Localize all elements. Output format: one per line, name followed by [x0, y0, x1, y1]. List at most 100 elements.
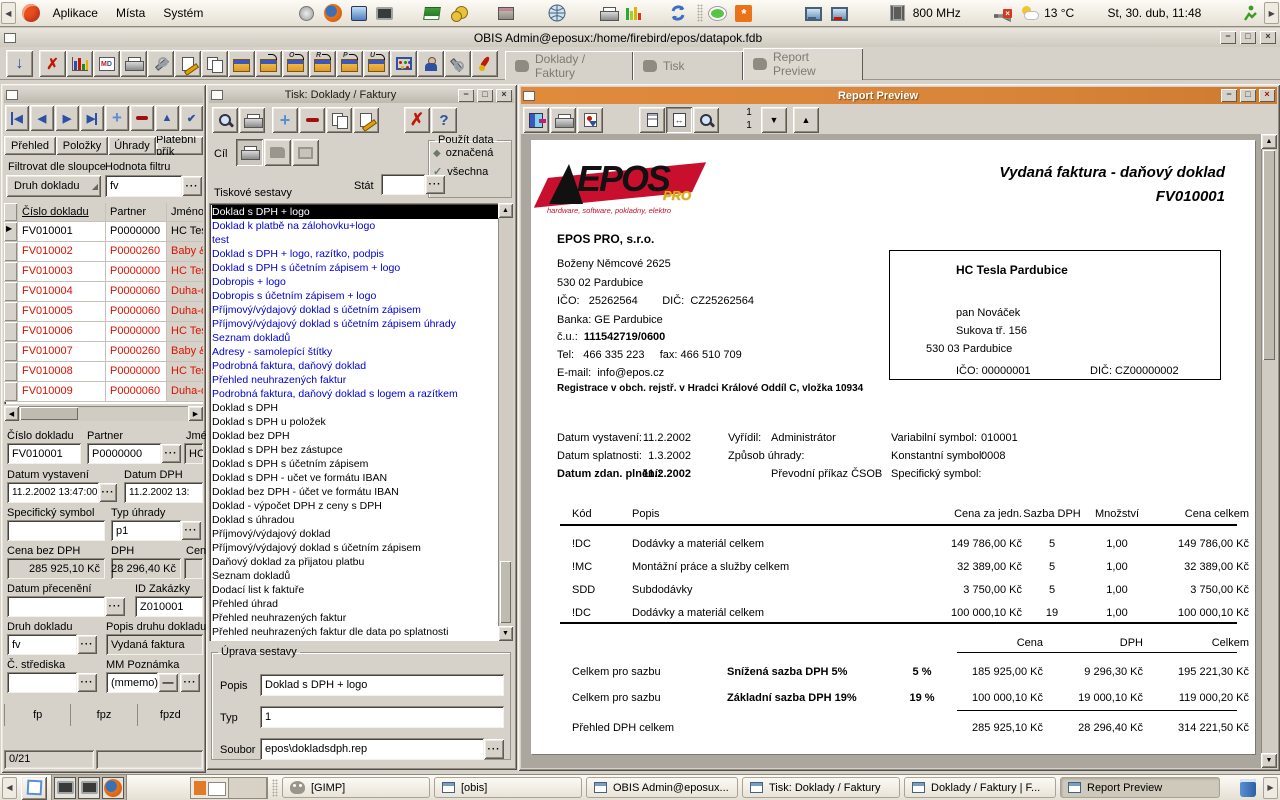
mm-open-button[interactable]: ···	[180, 673, 200, 692]
tab-platebni-prikazy[interactable]: Platební přík	[156, 136, 203, 155]
journal-button[interactable]: MD	[93, 50, 120, 77]
grid-row[interactable]: FV010004 P0000060 Duha-obc	[4, 282, 203, 302]
c-strediska-input[interactable]	[7, 672, 77, 693]
id-zakazky-input[interactable]: Z010001	[135, 596, 203, 617]
typ-input[interactable]: 1	[260, 706, 504, 728]
menu-system[interactable]: Systém	[156, 4, 210, 22]
grid-row[interactable]: FV010008 P0000000 HC Tesla	[4, 362, 203, 382]
report-list-item[interactable]: Seznam dokladů	[212, 569, 498, 583]
delete-record-button[interactable]	[130, 105, 154, 131]
report-list-item[interactable]: Doklad s DPH u položek	[212, 415, 498, 429]
delete-button[interactable]: ✗	[39, 50, 66, 77]
report-vscrollbar[interactable]: ▲ ▼	[1261, 134, 1277, 768]
partner-lookup-button[interactable]: ···	[161, 444, 181, 463]
target-printer-button[interactable]	[236, 139, 263, 166]
report-list-item[interactable]: Přehled úhrad	[212, 597, 498, 611]
archive-o-button[interactable]: O	[282, 50, 309, 77]
grid-row[interactable]: FV010001 P0000000 HC Tesla	[4, 222, 203, 242]
datum-preceneni-input[interactable]	[7, 596, 105, 617]
report-page-view-button[interactable]	[639, 107, 665, 133]
grid-hscrollbar[interactable]: ◀ ▶	[4, 406, 203, 421]
report-list-item[interactable]: Doklad s DPH	[212, 401, 498, 415]
archive-button[interactable]	[228, 50, 255, 77]
task-obis-admin[interactable]: OBIS Admin@eposux...	[586, 777, 738, 798]
mm-clear-button[interactable]: —	[158, 673, 178, 692]
datum-vystaveni-input[interactable]: 11.2.2002 13:47:00	[7, 482, 99, 503]
report-list-item[interactable]: Doklad k platbě na zálohovku+logo	[212, 219, 498, 233]
print-close-button[interactable]: ×	[496, 89, 512, 102]
typ-uhrady-lookup-button[interactable]: ···	[181, 521, 201, 540]
partner-input[interactable]: P0000000	[87, 443, 161, 464]
tab-doklady-faktury[interactable]: Doklady / Faktury	[505, 51, 633, 80]
print-preview-button[interactable]	[212, 107, 238, 133]
taskbar-hide-left-button[interactable]: ◀	[2, 777, 17, 799]
menu-mista[interactable]: Místa	[109, 4, 152, 22]
workspace-2[interactable]	[229, 778, 267, 798]
mm-poznamka-input[interactable]: (mmemo)	[106, 672, 158, 693]
quick-filter-button[interactable]: fpzd	[137, 704, 203, 726]
report-list-item[interactable]: Přehled neuhrazených faktur dle data po …	[212, 625, 498, 639]
task-report-preview[interactable]: Report Preview	[1060, 777, 1220, 798]
minimize-button[interactable]: −	[1220, 31, 1236, 44]
abacus-button[interactable]	[390, 50, 417, 77]
panel-hide-right-button[interactable]: ▶	[1264, 2, 1279, 24]
panel-handle[interactable]	[697, 4, 703, 22]
popis-input[interactable]: Doklad s DPH + logo	[260, 674, 504, 696]
datum-preceneni-picker-button[interactable]: ···	[105, 597, 125, 616]
tab-uhrady[interactable]: Úhrady	[108, 136, 156, 155]
coins-icon[interactable]	[447, 2, 469, 24]
quick-filter-button[interactable]: fpz	[70, 704, 136, 726]
first-record-button[interactable]: ◀	[5, 105, 29, 131]
chat-status-icon[interactable]	[707, 2, 729, 24]
download-button[interactable]: ↓	[6, 50, 33, 77]
report-list-item[interactable]: Příjmový/výdajový doklad	[212, 527, 498, 541]
copy-button[interactable]	[201, 50, 228, 77]
report-list-item[interactable]: Doklad s DPH s účetním zápisem	[212, 457, 498, 471]
print-print-button[interactable]	[239, 107, 265, 133]
notification-burst-icon[interactable]: *	[733, 2, 755, 24]
service-tools-button[interactable]	[444, 50, 471, 77]
equalizer-icon[interactable]	[623, 2, 645, 24]
report-maximize-button[interactable]: □	[1240, 89, 1256, 102]
datum-dph-input[interactable]: 11.2.2002 13:	[124, 482, 203, 503]
archive-u-button[interactable]: U	[363, 50, 390, 77]
filter-value-input[interactable]: fv	[105, 175, 182, 197]
network-offline-icon[interactable]	[828, 2, 850, 24]
report-list-item[interactable]: Přehled neuhrazených faktur	[212, 611, 498, 625]
report-list-item[interactable]: Daňový doklad za přijatou platbu	[212, 555, 498, 569]
report-exit-button[interactable]	[523, 107, 549, 133]
print-button[interactable]	[120, 50, 147, 77]
terminal-window-2-icon[interactable]	[78, 777, 100, 799]
report-list[interactable]: Doklad s DPH + logo Doklad k platbě na z…	[209, 203, 498, 641]
datum-vystaveni-picker-button[interactable]: ···	[99, 483, 117, 502]
report-list-item[interactable]: Dobropis s účetním zápisem + logo	[212, 289, 498, 303]
ledger-book-icon[interactable]	[421, 2, 443, 24]
report-list-item[interactable]: Příjmový/výdajový doklad s účetním zápis…	[212, 317, 498, 331]
edit-record-button[interactable]: ▲	[155, 105, 179, 131]
quick-filter-button[interactable]: fp	[4, 704, 70, 726]
workspace-switcher[interactable]	[190, 777, 268, 799]
next-record-button[interactable]: ▶	[55, 105, 79, 131]
report-minimize-button[interactable]: −	[1221, 89, 1237, 102]
druh-dokladu-input[interactable]: fv	[7, 634, 77, 655]
report-save-button[interactable]	[577, 107, 603, 133]
tasklist-handle[interactable]	[272, 779, 278, 797]
cislo-dokladu-input[interactable]: FV010001	[7, 443, 81, 464]
grid-row[interactable]: FV010009 P0000060 Duha-obc	[4, 382, 203, 402]
task-tisk[interactable]: Tisk: Doklady / Faktury	[742, 777, 900, 798]
report-list-item[interactable]: Příjmový/výdajový doklad s účetním zápis…	[212, 303, 498, 317]
tab-prehled[interactable]: Přehled	[4, 136, 56, 155]
specificky-symbol-input[interactable]	[7, 520, 105, 541]
report-list-item[interactable]: Podrobná faktura, daňový doklad s logem …	[212, 387, 498, 401]
typ-uhrady-input[interactable]: p1	[111, 520, 181, 541]
print-minimize-button[interactable]: −	[458, 89, 474, 102]
report-list-item[interactable]: Doklad s DPH bez zástupce	[212, 443, 498, 457]
browse-titlebar[interactable]	[4, 87, 203, 103]
report-fit-width-button[interactable]	[666, 107, 692, 133]
archive-post-button[interactable]	[255, 50, 282, 77]
report-list-item[interactable]: Doklad bez DPH	[212, 429, 498, 443]
print-titlebar[interactable]: Tisk: Doklady / Faktury − □ ×	[209, 87, 514, 103]
grid-row[interactable]: FV010007 P0000260 Baby & K	[4, 342, 203, 362]
grid-row[interactable]: FV010005 P0000060 Duha-obc	[4, 302, 203, 322]
sync-icon[interactable]	[667, 2, 689, 24]
